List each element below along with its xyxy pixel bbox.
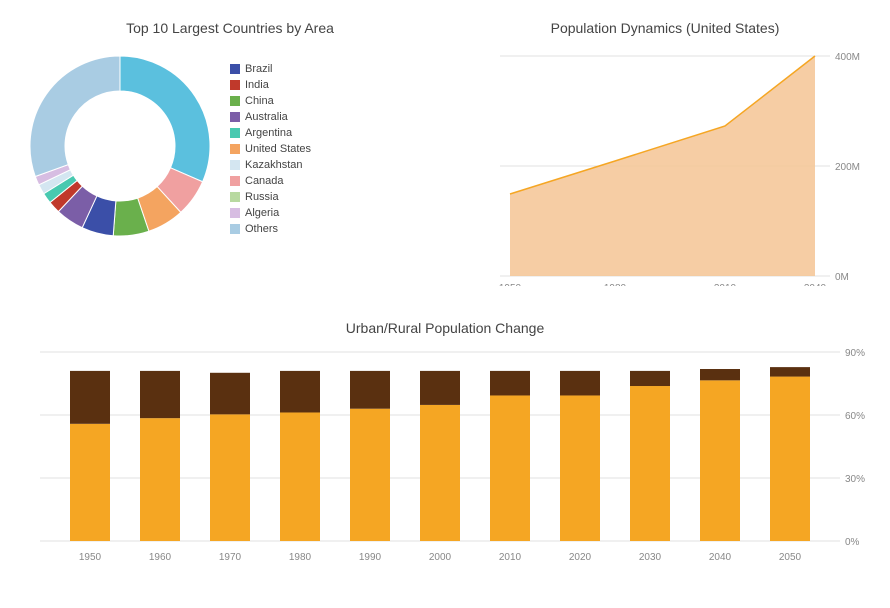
donut-panel: Top 10 Largest Countries by Area Brazil I… [0, 0, 450, 310]
svg-text:2040: 2040 [804, 283, 827, 286]
svg-text:1980: 1980 [604, 283, 627, 286]
bar-chart-area: 90% 60% 30% 0% 1950 1960 1970 1980 1990 2000 2… [20, 342, 870, 587]
population-title: Population Dynamics (United States) [460, 20, 870, 36]
svg-text:2000: 2000 [429, 552, 452, 563]
svg-text:200M: 200M [835, 162, 860, 173]
population-chart-area: 400M 200M 0M 1950 1980 2010 2040 [460, 46, 870, 300]
legend-color-swatch [230, 80, 240, 90]
svg-text:90%: 90% [845, 348, 865, 359]
top-row: Top 10 Largest Countries by Area Brazil I… [0, 0, 890, 310]
svg-text:2050: 2050 [779, 552, 802, 563]
legend-color-swatch [230, 96, 240, 106]
legend-color-swatch [230, 208, 240, 218]
svg-text:1980: 1980 [289, 552, 312, 563]
legend-label: Canada [245, 175, 284, 187]
legend-item: Kazakhstan [230, 159, 311, 171]
legend-item: Brazil [230, 63, 311, 75]
donut-title: Top 10 Largest Countries by Area [20, 20, 440, 36]
legend-label: Others [245, 223, 278, 235]
legend-label: United States [245, 143, 311, 155]
legend-color-swatch [230, 128, 240, 138]
urban-panel: Urban/Rural Population Change 90% 60% 30… [0, 310, 890, 608]
donut-chart [20, 46, 220, 251]
legend-item: Russia [230, 191, 311, 203]
legend-color-swatch [230, 192, 240, 202]
legend-color-swatch [230, 112, 240, 122]
urban-title: Urban/Rural Population Change [20, 320, 870, 336]
svg-text:2010: 2010 [714, 283, 737, 286]
svg-text:1950: 1950 [499, 283, 522, 286]
legend-label: Argentina [245, 127, 292, 139]
svg-text:2020: 2020 [569, 552, 592, 563]
legend-item: Canada [230, 175, 311, 187]
legend-label: China [245, 95, 274, 107]
legend-item: Algeria [230, 207, 311, 219]
svg-text:1960: 1960 [149, 552, 172, 563]
svg-text:1990: 1990 [359, 552, 382, 563]
svg-text:30%: 30% [845, 474, 865, 485]
svg-text:60%: 60% [845, 411, 865, 422]
legend-label: Brazil [245, 63, 273, 75]
legend-color-swatch [230, 160, 240, 170]
legend-color-swatch [230, 224, 240, 234]
svg-text:1970: 1970 [219, 552, 242, 563]
svg-text:2040: 2040 [709, 552, 732, 563]
legend-item: Argentina [230, 127, 311, 139]
donut-content: Brazil India China Australia Argentina United… [20, 46, 440, 251]
svg-text:1950: 1950 [79, 552, 102, 563]
legend-item: United States [230, 143, 311, 155]
legend-item: Australia [230, 111, 311, 123]
svg-text:2010: 2010 [499, 552, 522, 563]
legend-item: India [230, 79, 311, 91]
svg-text:2030: 2030 [639, 552, 662, 563]
legend: Brazil India China Australia Argentina United… [230, 63, 311, 235]
legend-color-swatch [230, 64, 240, 74]
population-panel: Population Dynamics (United States) [450, 0, 890, 310]
legend-label: Australia [245, 111, 288, 123]
svg-text:0%: 0% [845, 537, 860, 548]
dashboard: Top 10 Largest Countries by Area Brazil I… [0, 0, 890, 608]
svg-text:0M: 0M [835, 272, 849, 283]
legend-label: Algeria [245, 207, 279, 219]
svg-text:400M: 400M [835, 52, 860, 63]
legend-label: India [245, 79, 269, 91]
legend-item: Others [230, 223, 311, 235]
legend-color-swatch [230, 144, 240, 154]
legend-item: China [230, 95, 311, 107]
legend-color-swatch [230, 176, 240, 186]
legend-label: Russia [245, 191, 279, 203]
legend-label: Kazakhstan [245, 159, 302, 171]
